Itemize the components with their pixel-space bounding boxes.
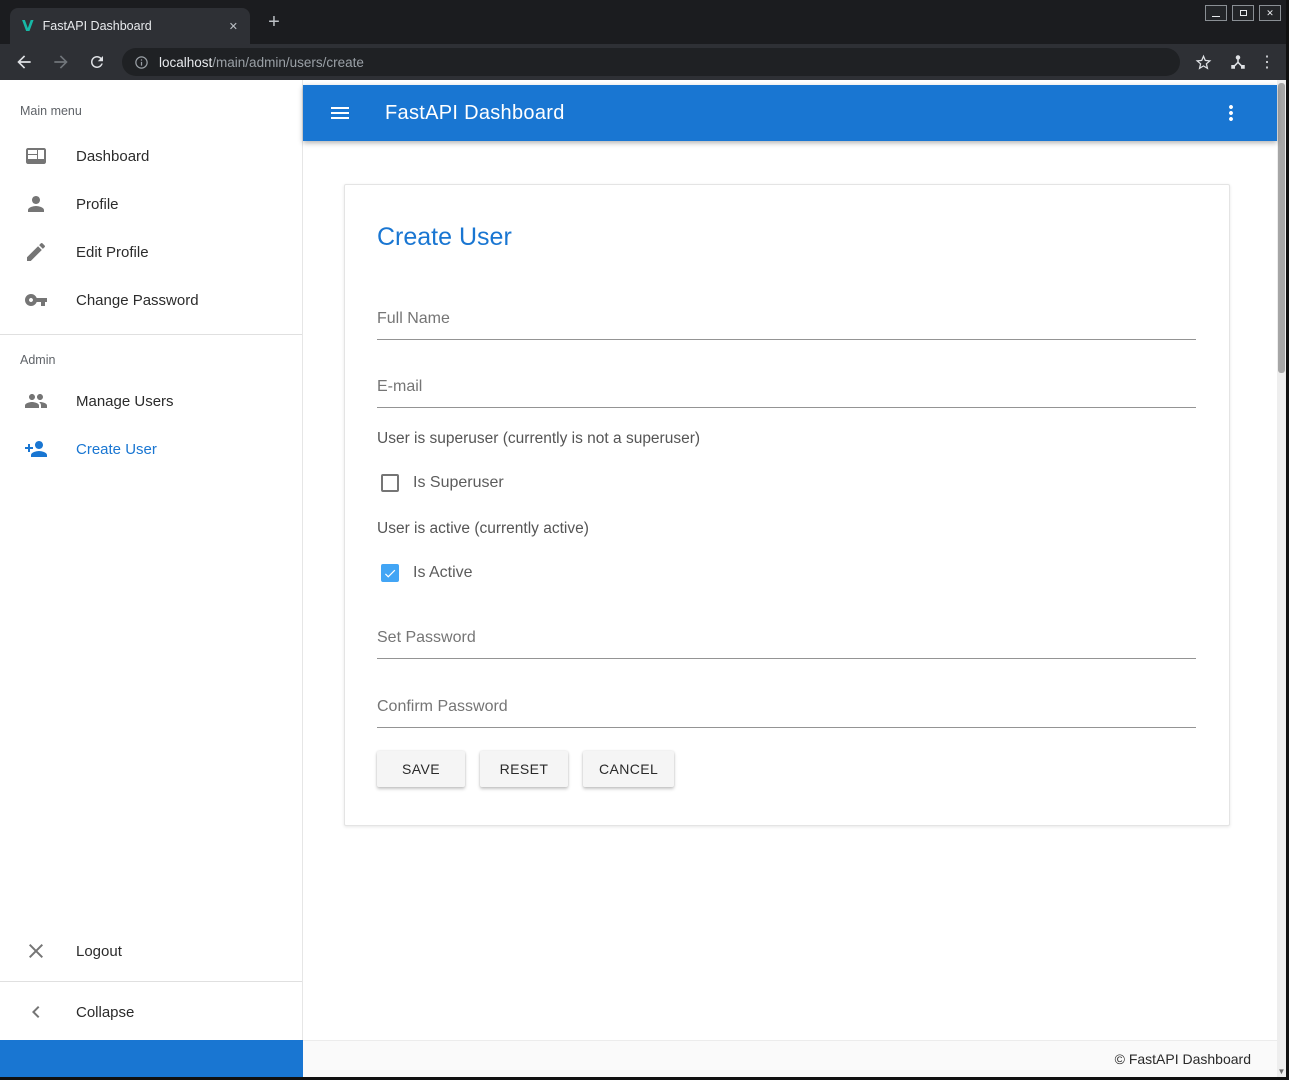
browser-toolbar: localhost/main/admin/users/create ⋮ — [0, 44, 1289, 80]
browser-titlebar: V FastAPI Dashboard ✕ + ✕ — [0, 0, 1289, 44]
new-tab-button[interactable]: + — [262, 11, 286, 35]
more-options-icon[interactable] — [1219, 101, 1243, 125]
copyright-text: © FastAPI Dashboard — [1115, 1051, 1251, 1067]
page-info-icon[interactable] — [134, 55, 149, 70]
is-superuser-label: Is Superuser — [413, 474, 504, 492]
maximize-icon — [1240, 10, 1247, 16]
sidebar-bottom: Logout Collapse — [0, 927, 302, 1036]
form-buttons: SAVE RESET CANCEL — [377, 751, 1196, 787]
collapse-label: Collapse — [76, 1004, 134, 1021]
sidebar: Main menu Dashboard Profile Edit Profile… — [0, 80, 303, 1040]
check-icon — [383, 566, 397, 581]
url-path: /main/admin/users/create — [212, 55, 364, 70]
sidebar-item-label: Dashboard — [76, 148, 149, 165]
key-icon — [24, 288, 48, 312]
browser-tab[interactable]: V FastAPI Dashboard ✕ — [10, 8, 250, 44]
sidebar-item-label: Edit Profile — [76, 244, 149, 261]
cancel-button[interactable]: CANCEL — [583, 751, 674, 787]
sidebar-item-dashboard[interactable]: Dashboard — [0, 132, 302, 180]
scrollbar-thumb[interactable] — [1278, 83, 1285, 373]
sidebar-item-change-password[interactable]: Change Password — [0, 276, 302, 324]
person-add-icon — [24, 437, 48, 461]
superuser-hint: User is superuser (currently is not a su… — [377, 430, 1196, 448]
reload-button[interactable] — [88, 53, 106, 71]
create-user-card: Create User User is superuser (currently… — [344, 184, 1230, 826]
main-content: Create User User is superuser (currently… — [303, 141, 1277, 1040]
sidebar-item-manage-users[interactable]: Manage Users — [0, 377, 302, 425]
email-field-wrapper — [377, 378, 1196, 408]
sidebar-item-create-user[interactable]: Create User — [0, 425, 302, 473]
close-window-button[interactable]: ✕ — [1259, 5, 1281, 21]
app-bar: FastAPI Dashboard — [303, 85, 1277, 141]
bookmark-star-icon[interactable] — [1194, 53, 1213, 72]
extensions-icon[interactable] — [1229, 53, 1247, 71]
vertical-scrollbar[interactable]: ▼ — [1277, 80, 1286, 1077]
reset-button[interactable]: RESET — [480, 751, 568, 787]
scrollbar-down-arrow[interactable]: ▼ — [1277, 1067, 1286, 1077]
window-controls: ✕ — [1205, 5, 1281, 21]
is-active-label: Is Active — [413, 564, 473, 582]
url-text[interactable]: localhost/main/admin/users/create — [159, 55, 364, 70]
address-bar[interactable]: localhost/main/admin/users/create — [122, 48, 1180, 76]
superuser-checkbox-row[interactable]: Is Superuser — [377, 474, 1196, 492]
confirm-password-input[interactable] — [377, 698, 1196, 728]
pencil-icon — [24, 240, 48, 264]
page-title: Create User — [377, 223, 1196, 252]
logout-label: Logout — [76, 943, 122, 960]
close-icon: ✕ — [1266, 9, 1274, 18]
browser-window: V FastAPI Dashboard ✕ + ✕ localhost/main… — [0, 0, 1289, 1080]
set-password-field-wrapper — [377, 629, 1196, 659]
is-active-checkbox[interactable] — [381, 564, 399, 582]
vuetify-favicon-icon: V — [22, 17, 34, 35]
back-button[interactable] — [14, 52, 34, 72]
sidebar-item-label: Manage Users — [76, 393, 174, 410]
sidebar-item-label: Create User — [76, 441, 157, 458]
page-viewport: Main menu Dashboard Profile Edit Profile… — [0, 80, 1286, 1077]
sidebar-item-label: Change Password — [76, 292, 199, 309]
maximize-button[interactable] — [1232, 5, 1254, 21]
app-title: FastAPI Dashboard — [385, 102, 565, 125]
browser-menu-icon[interactable]: ⋮ — [1259, 52, 1275, 72]
people-icon — [24, 389, 48, 413]
save-button[interactable]: SAVE — [377, 751, 465, 787]
email-input[interactable] — [377, 378, 1196, 408]
confirm-password-field-wrapper — [377, 698, 1196, 728]
minimize-button[interactable] — [1205, 5, 1227, 21]
person-icon — [24, 192, 48, 216]
sidebar-section-admin: Admin — [0, 335, 302, 377]
footer-accent-block — [0, 1040, 303, 1077]
full-name-input[interactable] — [377, 310, 1196, 340]
sidebar-item-label: Profile — [76, 196, 119, 213]
page-footer: © FastAPI Dashboard — [0, 1040, 1277, 1077]
sidebar-section-main-menu: Main menu — [0, 80, 302, 132]
footer-bar: © FastAPI Dashboard — [303, 1040, 1277, 1077]
forward-button[interactable] — [51, 52, 71, 72]
url-host: localhost — [159, 55, 212, 70]
active-checkbox-row[interactable]: Is Active — [377, 564, 1196, 582]
sidebar-item-edit-profile[interactable]: Edit Profile — [0, 228, 302, 276]
collapse-sidebar-button[interactable]: Collapse — [0, 988, 302, 1036]
tab-close-icon[interactable]: ✕ — [229, 20, 238, 33]
set-password-input[interactable] — [377, 629, 1196, 659]
sidebar-divider — [0, 981, 302, 982]
is-superuser-checkbox[interactable] — [381, 474, 399, 492]
full-name-field-wrapper — [377, 310, 1196, 340]
dashboard-icon — [24, 144, 48, 168]
sidebar-item-profile[interactable]: Profile — [0, 180, 302, 228]
tab-title: FastAPI Dashboard — [43, 19, 221, 33]
close-x-icon — [24, 939, 48, 963]
active-hint: User is active (currently active) — [377, 520, 1196, 538]
hamburger-menu-icon[interactable] — [328, 101, 352, 125]
chevron-left-icon — [24, 1000, 48, 1024]
logout-button[interactable]: Logout — [0, 927, 302, 975]
minimize-icon — [1212, 16, 1220, 17]
